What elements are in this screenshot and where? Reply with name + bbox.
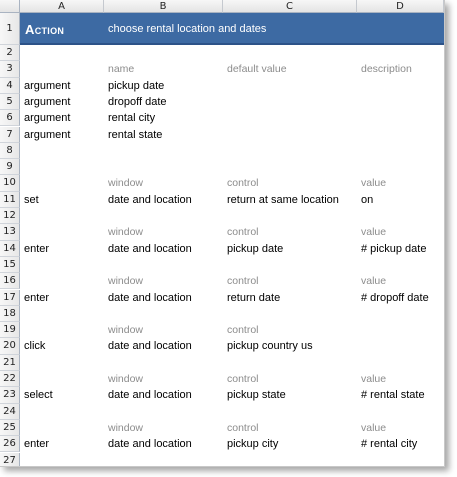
row-header-18[interactable]: 18 bbox=[0, 305, 20, 323]
step-value[interactable]: # rental state bbox=[361, 387, 425, 403]
step-header-control[interactable]: control bbox=[227, 175, 259, 191]
step-control[interactable]: pickup city bbox=[227, 436, 278, 452]
action-description[interactable]: choose rental location and dates bbox=[108, 23, 266, 35]
row-header-23[interactable]: 23 bbox=[0, 387, 20, 404]
row-header-13[interactable]: 13 bbox=[0, 224, 20, 241]
step-header-value[interactable]: value bbox=[361, 420, 386, 436]
step-action[interactable]: set bbox=[24, 192, 39, 208]
argument-keyword[interactable]: argument bbox=[24, 127, 70, 143]
column-header-b[interactable]: B bbox=[104, 0, 223, 13]
step-header-window[interactable]: window bbox=[108, 371, 143, 387]
step-action[interactable]: select bbox=[24, 387, 53, 403]
argument-keyword[interactable]: argument bbox=[24, 94, 70, 110]
row-header-7[interactable]: 7 bbox=[0, 126, 20, 143]
argument-name[interactable]: rental state bbox=[108, 127, 162, 143]
step-header-control[interactable]: control bbox=[227, 322, 259, 338]
row-header-27[interactable]: 27 bbox=[0, 452, 20, 466]
step-control[interactable]: return at same location bbox=[227, 192, 339, 208]
row-header-20[interactable]: 20 bbox=[0, 338, 20, 355]
step-control[interactable]: pickup date bbox=[227, 241, 283, 257]
row-header-26[interactable]: 26 bbox=[0, 436, 20, 453]
step-action[interactable]: click bbox=[24, 338, 45, 354]
step-header-window[interactable]: window bbox=[108, 175, 143, 191]
step-control[interactable]: pickup state bbox=[227, 387, 286, 403]
step-window[interactable]: date and location bbox=[108, 338, 192, 354]
row-header-8[interactable]: 8 bbox=[0, 142, 20, 160]
spreadsheet: ABCD 1 2 3 4 5 6 7 8 9 10 11 12 13 14 15 16 17 18 19 20 21 22… bbox=[0, 0, 445, 467]
step-action[interactable]: enter bbox=[24, 241, 49, 257]
column-header-d[interactable]: D bbox=[357, 0, 444, 13]
step-window[interactable]: date and location bbox=[108, 192, 192, 208]
step-header-value[interactable]: value bbox=[361, 273, 386, 289]
row-header-11[interactable]: 11 bbox=[0, 191, 20, 208]
row-header-19[interactable]: 19 bbox=[0, 322, 20, 339]
step-value[interactable]: on bbox=[361, 192, 373, 208]
argument-keyword[interactable]: argument bbox=[24, 110, 70, 126]
step-value[interactable]: # rental city bbox=[361, 436, 417, 452]
argument-name[interactable]: pickup date bbox=[108, 78, 164, 94]
action-title: Action bbox=[25, 22, 65, 37]
row-header-4[interactable]: 4 bbox=[0, 77, 20, 94]
row-header-21[interactable]: 21 bbox=[0, 354, 20, 371]
argument-name[interactable]: rental city bbox=[108, 110, 155, 126]
row-header-15[interactable]: 15 bbox=[0, 256, 20, 274]
arg-header-description[interactable]: description bbox=[361, 61, 412, 77]
row-header-25[interactable]: 25 bbox=[0, 419, 20, 437]
row-header-10[interactable]: 10 bbox=[0, 175, 20, 192]
column-header-a[interactable]: A bbox=[20, 0, 104, 13]
step-action[interactable]: enter bbox=[24, 436, 49, 452]
arg-header-default-value[interactable]: default value bbox=[227, 61, 287, 77]
step-header-control[interactable]: control bbox=[227, 371, 259, 387]
step-header-value[interactable]: value bbox=[361, 224, 386, 240]
step-window[interactable]: date and location bbox=[108, 436, 192, 452]
step-header-control[interactable]: control bbox=[227, 273, 259, 289]
row-header-6[interactable]: 6 bbox=[0, 110, 20, 127]
row-header-1[interactable]: 1 bbox=[0, 13, 20, 45]
row-header-9[interactable]: 9 bbox=[0, 159, 20, 176]
row-header-12[interactable]: 12 bbox=[0, 208, 20, 225]
argument-keyword[interactable]: argument bbox=[24, 78, 70, 94]
step-header-control[interactable]: control bbox=[227, 420, 259, 436]
step-action[interactable]: enter bbox=[24, 290, 49, 306]
step-value[interactable]: # pickup date bbox=[361, 241, 426, 257]
step-control[interactable]: pickup country us bbox=[227, 338, 313, 354]
step-header-window[interactable]: window bbox=[108, 273, 143, 289]
step-window[interactable]: date and location bbox=[108, 387, 192, 403]
row-header-16[interactable]: 16 bbox=[0, 273, 20, 290]
step-window[interactable]: date and location bbox=[108, 290, 192, 306]
row-header-2[interactable]: 2 bbox=[0, 45, 20, 62]
step-header-window[interactable]: window bbox=[108, 420, 143, 436]
row-header-5[interactable]: 5 bbox=[0, 93, 20, 111]
step-control[interactable]: return date bbox=[227, 290, 280, 306]
row-header-3[interactable]: 3 bbox=[0, 61, 20, 78]
row-header-14[interactable]: 14 bbox=[0, 240, 20, 257]
row-header-24[interactable]: 24 bbox=[0, 403, 20, 420]
step-value[interactable]: # dropoff date bbox=[361, 290, 429, 306]
step-header-window[interactable]: window bbox=[108, 322, 143, 338]
column-header-c[interactable]: C bbox=[223, 0, 357, 13]
row-header-17[interactable]: 17 bbox=[0, 289, 20, 306]
step-window[interactable]: date and location bbox=[108, 241, 192, 257]
step-header-value[interactable]: value bbox=[361, 371, 386, 387]
select-all-corner[interactable] bbox=[0, 0, 20, 13]
step-header-value[interactable]: value bbox=[361, 175, 386, 191]
step-header-window[interactable]: window bbox=[108, 224, 143, 240]
step-header-control[interactable]: control bbox=[227, 224, 259, 240]
action-banner: Action choose rental location and dates bbox=[20, 13, 444, 45]
arg-header-name[interactable]: name bbox=[108, 61, 134, 77]
argument-name[interactable]: dropoff date bbox=[108, 94, 167, 110]
row-header-22[interactable]: 22 bbox=[0, 371, 20, 388]
